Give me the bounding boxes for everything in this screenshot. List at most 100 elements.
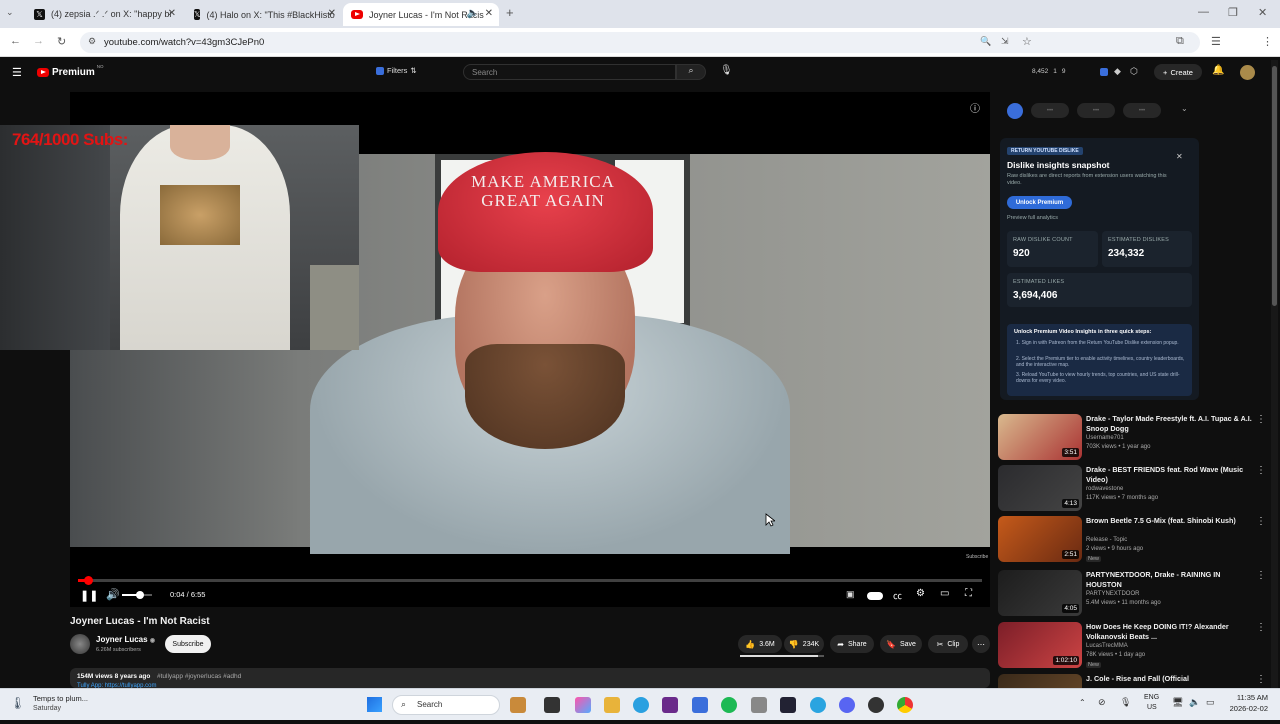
recommendation-title[interactable]: Brown Beetle 7.5 G-Mix (feat. Shinobi Ku…	[1086, 516, 1256, 526]
progress-bar[interactable]	[78, 576, 982, 585]
recommendation-channel[interactable]: PARTYNEXTDOOR	[1086, 591, 1139, 597]
browser-menu-icon[interactable]: ⋮	[1262, 35, 1273, 48]
recommendation-item[interactable]: 3:51 Drake - Taylor Made Freestyle ft. A.…	[998, 414, 1270, 464]
scrollbar-thumb[interactable]	[1272, 66, 1277, 306]
chip[interactable]: •••	[1031, 103, 1069, 118]
miniplayer-icon[interactable]: ▭	[940, 588, 949, 599]
copilot-icon[interactable]	[575, 697, 591, 713]
install-icon[interactable]: ⇲	[1001, 36, 1009, 47]
back-icon[interactable]: ←	[10, 35, 21, 47]
url-field[interactable]: ⚙ youtube.com/watch?v=43gm3CJePn0	[80, 32, 1200, 53]
extension-logo-icon[interactable]	[1007, 103, 1023, 119]
extensions-puzzle-icon[interactable]: ⧉	[1176, 35, 1184, 48]
forward-icon[interactable]: →	[33, 35, 44, 47]
video-thumbnail[interactable]: 2:51	[998, 516, 1082, 562]
page-scrollbar[interactable]	[1271, 60, 1278, 688]
tab-1[interactable]: 𝕏 (4) zepsia .ᐟ .ᐟ on X: "happy bi ✕	[26, 3, 182, 26]
hashtags[interactable]: #tullyapp #joynerlucas #adhd	[157, 673, 241, 680]
tray-icon[interactable]: 🎙	[1120, 697, 1131, 708]
recommendation-item[interactable]: 4:05 PARTYNEXTDOOR, Drake - RAINING IN HO…	[998, 570, 1270, 620]
clock-time[interactable]: 11:35 AM	[1224, 693, 1268, 702]
dislike-button[interactable]: 👎 234K	[784, 635, 824, 653]
volume-icon[interactable]: 🔊	[106, 588, 120, 601]
recommendation-item[interactable]: 2:51 Brown Beetle 7.5 G-Mix (feat. Shinob…	[998, 516, 1270, 566]
spotify-icon[interactable]	[721, 697, 737, 713]
edge-icon[interactable]	[633, 697, 649, 713]
notifications-bell-icon[interactable]: 🔔	[1212, 65, 1224, 76]
more-options-icon[interactable]: ⋮	[1256, 516, 1266, 527]
reading-list-icon[interactable]: ☰	[1211, 35, 1221, 48]
youtube-premium-logo[interactable]: Premium NO	[37, 64, 104, 78]
minimize-icon[interactable]: —	[1198, 6, 1209, 18]
subscribe-button[interactable]: Subscribe	[165, 635, 211, 653]
extension-icon[interactable]	[1100, 68, 1108, 76]
tab-list-icon[interactable]: ⌄	[6, 7, 14, 18]
more-options-icon[interactable]: ⋮	[1256, 465, 1266, 476]
chip[interactable]: •••	[1077, 103, 1115, 118]
recommendation-item[interactable]: 1:02:10 How Does He Keep DOING IT!? Alexa…	[998, 622, 1270, 672]
progress-scrubber[interactable]	[84, 576, 93, 585]
tab-3-active[interactable]: Joyner Lucas - I'm Not Racis 🔈 ✕	[343, 3, 499, 26]
taskbar-app-icon[interactable]	[868, 697, 884, 713]
speaker-icon[interactable]: 🔈	[467, 8, 479, 19]
like-button[interactable]: 👍 3.6M	[738, 635, 782, 653]
autoplay-toggle[interactable]	[867, 592, 883, 600]
windows-start-icon[interactable]	[367, 697, 382, 712]
volume-icon[interactable]: 🔈	[1189, 697, 1200, 708]
chip[interactable]: •••	[1123, 103, 1161, 118]
weather-icon[interactable]: 🌡	[10, 696, 25, 710]
ad-skip-icon[interactable]: ▣	[846, 589, 855, 600]
more-options-icon[interactable]: ⋮	[1256, 622, 1266, 633]
subscribe-watermark[interactable]: Subscribe	[966, 554, 988, 560]
chrome-icon[interactable]	[897, 697, 913, 713]
channel-name[interactable]: Joyner Lucas ◉	[96, 635, 155, 644]
recommendation-title[interactable]: How Does He Keep DOING IT!? Alexander Vo…	[1086, 622, 1256, 642]
recommendation-title[interactable]: PARTYNEXTDOOR, Drake - RAINING IN HOUSTO…	[1086, 570, 1256, 590]
channel-avatar[interactable]	[70, 634, 90, 654]
recommendation-channel[interactable]: Release - Topic	[1086, 537, 1127, 543]
recommendation-title[interactable]: J. Cole - Rise and Fall (Official	[1086, 674, 1256, 684]
share-button[interactable]: ➦ Share	[830, 635, 874, 653]
filters-button[interactable]: Filters ⇅	[376, 66, 417, 75]
account-avatar[interactable]	[1240, 65, 1255, 80]
guide-menu-icon[interactable]: ☰	[12, 66, 22, 79]
taskbar-app-icon[interactable]	[662, 697, 678, 713]
weather-text[interactable]: Temps to plum...	[33, 694, 88, 703]
recommendation-title[interactable]: Drake - Taylor Made Freestyle ft. A.I. T…	[1086, 414, 1256, 434]
video-thumbnail[interactable]: 4:05	[998, 570, 1082, 616]
save-button[interactable]: 🔖 Save	[880, 635, 922, 653]
unlock-premium-button[interactable]: Unlock Premium	[1007, 196, 1072, 209]
new-tab-button[interactable]: +	[506, 5, 514, 20]
fullscreen-icon[interactable]: ⛶	[965, 588, 972, 599]
info-icon[interactable]: ⓘ	[970, 100, 980, 115]
preview-link[interactable]: Preview full analytics	[1007, 215, 1058, 221]
maximize-icon[interactable]: ❐	[1228, 6, 1238, 19]
network-icon[interactable]: 🖥	[1172, 697, 1183, 708]
recommendation-channel[interactable]: Username701	[1086, 435, 1124, 441]
settings-icon[interactable]	[751, 697, 767, 713]
video-thumbnail[interactable]: 4:13	[998, 465, 1082, 511]
chevron-up-icon[interactable]: ⌃	[1079, 698, 1086, 707]
volume-slider[interactable]	[122, 591, 152, 599]
video-thumbnail[interactable]: 1:02:10	[998, 622, 1082, 668]
search-button[interactable]: ⌕	[676, 64, 706, 80]
captions-icon[interactable]: ㏄	[893, 589, 902, 602]
close-icon[interactable]: ✕	[485, 8, 493, 19]
taskbar-app-icon[interactable]	[510, 697, 526, 713]
volume-knob[interactable]	[136, 591, 144, 599]
tray-icon[interactable]: ⊘	[1098, 697, 1106, 708]
taskbar-search[interactable]: ⌕ Search	[392, 695, 500, 715]
clip-button[interactable]: ✂ Clip	[928, 635, 968, 653]
recommendation-item[interactable]: 4:13 Drake - BEST FRIENDS feat. Rod Wave …	[998, 465, 1270, 515]
microphone-icon[interactable]: 🎙	[720, 65, 733, 76]
search-input[interactable]: Search	[463, 64, 676, 80]
more-actions-button[interactable]: ⋯	[972, 635, 990, 653]
file-explorer-icon[interactable]	[604, 697, 620, 713]
recommendation-title[interactable]: Drake - BEST FRIENDS feat. Rod Wave (Mus…	[1086, 465, 1256, 485]
zoom-icon[interactable]: 🔍	[980, 36, 991, 47]
telegram-icon[interactable]	[810, 697, 826, 713]
more-options-icon[interactable]: ⋮	[1256, 570, 1266, 581]
sponsor-icon[interactable]: ◆	[1114, 66, 1121, 77]
video-thumbnail[interactable]: 3:51	[998, 414, 1082, 460]
task-view-icon[interactable]	[544, 697, 560, 713]
